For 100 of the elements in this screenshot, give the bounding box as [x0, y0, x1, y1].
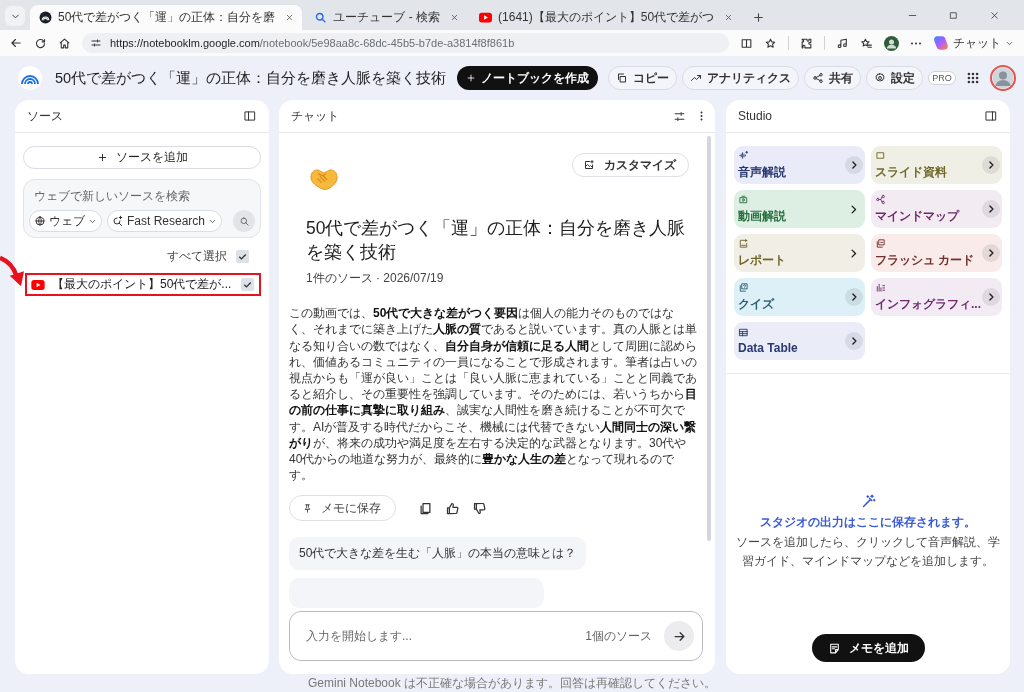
- studio-tool-card[interactable]: 動画解説: [734, 190, 865, 228]
- profile-avatar-icon[interactable]: [884, 35, 899, 51]
- note-icon: [827, 641, 841, 655]
- chevron-right-icon[interactable]: [851, 248, 857, 258]
- browser-tab[interactable]: 50代で差がつく「運」の正体：自分を磨: [30, 5, 303, 30]
- address-field[interactable]: https://notebooklm.google.com/notebook/5e98aa8c-68dc-45b5-b7de-a3814f8f861b: [82, 33, 729, 53]
- logo-icon[interactable]: [18, 66, 42, 90]
- panel-toggle-icon[interactable]: [984, 109, 998, 123]
- sparkle-search-icon: [112, 215, 124, 227]
- thumbs-up-icon[interactable]: [445, 501, 460, 516]
- close-icon[interactable]: [724, 13, 734, 22]
- dropdown-chip[interactable]: ウェブ: [29, 210, 102, 232]
- node-graph-icon: [875, 193, 886, 205]
- apps-grid-icon[interactable]: [965, 71, 980, 85]
- studio-tool-card[interactable]: マインドマップ: [871, 190, 1002, 228]
- studio-tool-card[interactable]: インフォグラフィ...: [871, 278, 1002, 316]
- refresh-icon[interactable]: [34, 36, 47, 50]
- back-icon[interactable]: [9, 36, 23, 50]
- copilot-chat-button[interactable]: チャット: [933, 34, 1014, 52]
- checkbox[interactable]: [236, 250, 249, 263]
- search-input[interactable]: ウェブで新しいソースを検索: [29, 187, 255, 205]
- copy-button[interactable]: コピー: [608, 66, 678, 90]
- chat-input[interactable]: 入力を開始します...: [306, 627, 578, 645]
- bar-chart-icon: [875, 281, 886, 293]
- share-button[interactable]: 共有: [804, 66, 862, 90]
- source-meta: 1件のソース · 2026/07/19: [305, 270, 445, 288]
- search-favicon-icon: [314, 11, 328, 24]
- browser-tab[interactable]: (1641)【最大のポイント】50代で差がつ: [470, 5, 742, 30]
- chevron-disc-icon[interactable]: [845, 288, 863, 306]
- browser-tab[interactable]: ユーチューブ - 検索: [305, 5, 468, 30]
- studio-tool-card[interactable]: Data Table: [734, 322, 865, 360]
- scrollbar[interactable]: [707, 136, 711, 541]
- analytics-button[interactable]: アナリティクス: [682, 66, 800, 90]
- thumbs-down-icon[interactable]: [472, 501, 487, 516]
- handshake-icon: [309, 166, 339, 193]
- pin-icon: [302, 503, 313, 514]
- summary-text: この動画では、50代で大きな差がつく要因は個人の能力そのものではなく、それまでに築き上げた人脈の質であると説いています。真の人脈とは単なる知り合いの数ではなく、自分自身が信頼に足る人間として周囲に認められ、価値あるコミュニティの一員になることで形成されます。筆者は占いの視点からも「運が良い」ことは「良い人脈に恵まれている」ことと同義であると紹介し、その重要性を強調しています。そのためには、若いうちから目の前の仕事に真摯に取り組み、誠実な人間性を磨き続けることが不可欠です。AIが普及する時代だからこそ、機械には代替できない人間同士の深い繋がりが、将来の成功や満足度を左右する決定的な武器となります。30代や40代からの地道な努力が、最終的に豊かな人生の差となって現れるのです。: [289, 305, 697, 484]
- chevron-disc-icon[interactable]: [982, 288, 1000, 306]
- select-all-label: すべて選択: [167, 248, 227, 265]
- chevron-disc-icon[interactable]: [845, 156, 863, 174]
- split-screen-icon[interactable]: [740, 36, 753, 50]
- chevron-disc-icon[interactable]: [845, 332, 863, 350]
- chevron-disc-icon[interactable]: [982, 244, 1000, 262]
- slide-frame-icon: [875, 149, 886, 161]
- panel-title: ソース: [27, 107, 63, 125]
- panel-toggle-icon[interactable]: [243, 109, 257, 123]
- chat-input-box[interactable]: 入力を開始します... 1個のソース: [289, 611, 703, 661]
- source-title[interactable]: 【最大のポイント】50代で差が...: [52, 276, 234, 293]
- send-button[interactable]: [664, 621, 694, 651]
- star-icon[interactable]: [764, 36, 777, 50]
- plan-badge: PRO: [928, 71, 956, 85]
- table-icon: [738, 327, 749, 338]
- disclaimer-text: Gemini Notebook は不正確な場合があります。回答は再確認してください。: [306, 674, 717, 692]
- studio-tool-card[interactable]: フラッシュ カード: [871, 234, 1002, 272]
- copy-icon[interactable]: [418, 501, 433, 516]
- add-note-button[interactable]: メモを追加: [811, 634, 925, 662]
- save-to-note-button[interactable]: メモに保存: [289, 495, 396, 522]
- notebook-heading: 50代で差がつく「運」の正体：自分を磨き人脈を築く技術: [305, 217, 687, 264]
- globe-icon: [34, 215, 46, 227]
- close-icon[interactable]: [989, 9, 1000, 21]
- site-info-icon[interactable]: [90, 37, 102, 49]
- close-icon[interactable]: [285, 13, 295, 22]
- favorites-icon[interactable]: [860, 36, 873, 50]
- studio-tool-card[interactable]: 音声解説: [734, 146, 865, 184]
- studio-tool-card[interactable]: レポート: [734, 234, 865, 272]
- maximize-icon[interactable]: [948, 9, 959, 21]
- avatar-icon[interactable]: [989, 65, 1016, 91]
- stacked-cards-icon: [875, 237, 886, 249]
- copy-icon: [616, 72, 629, 84]
- panel-title: チャット: [291, 107, 339, 125]
- empty-state-heading: スタジオの出力はここに保存されます。: [760, 513, 976, 531]
- chevron-disc-icon[interactable]: [982, 156, 1000, 174]
- document-sparkle-icon: [738, 237, 749, 249]
- search-button[interactable]: [233, 210, 255, 232]
- puzzle-icon[interactable]: [800, 36, 813, 50]
- checkbox[interactable]: [241, 278, 254, 291]
- search-icon: [238, 215, 250, 227]
- add-source-button[interactable]: ソースを追加: [23, 146, 261, 169]
- chevron-right-icon[interactable]: [851, 204, 857, 214]
- empty-state-text: ソースを追加したら、クリックして音声解説、学習ガイド、マインドマップなどを追加します。: [735, 533, 1001, 570]
- settings-icon: [874, 72, 887, 84]
- suggestion-chip[interactable]: 50代で大きな差を生む「人脈」の本当の意味とは？: [289, 537, 587, 571]
- more-icon[interactable]: [910, 41, 922, 45]
- home-icon[interactable]: [58, 36, 71, 50]
- settings-button[interactable]: 設定: [866, 66, 924, 90]
- search-field[interactable]: ウェブで新しいソースを検索 ウェブ Fast Research: [23, 179, 261, 238]
- video-favicon-icon: [479, 11, 493, 24]
- new-tab-icon[interactable]: [752, 11, 766, 24]
- close-icon[interactable]: [450, 13, 460, 22]
- chevron-disc-icon[interactable]: [982, 200, 1000, 218]
- sliders-icon[interactable]: [673, 109, 686, 123]
- music-note-icon[interactable]: [836, 36, 849, 50]
- studio-tool-card[interactable]: スライド資料: [871, 146, 1002, 184]
- notebook-title: 50代で差がつく「運」の正体：自分を磨き人脈を築く技術: [55, 68, 447, 88]
- video-source-icon: [31, 279, 45, 290]
- studio-tool-card[interactable]: クイズ: [734, 278, 865, 316]
- more-vertical-icon[interactable]: [700, 110, 703, 122]
- create-notebook-button[interactable]: ノートブックを作成: [457, 66, 599, 90]
- customize-button[interactable]: カスタマイズ: [572, 153, 689, 177]
- dropdown-chip[interactable]: Fast Research: [107, 210, 223, 232]
